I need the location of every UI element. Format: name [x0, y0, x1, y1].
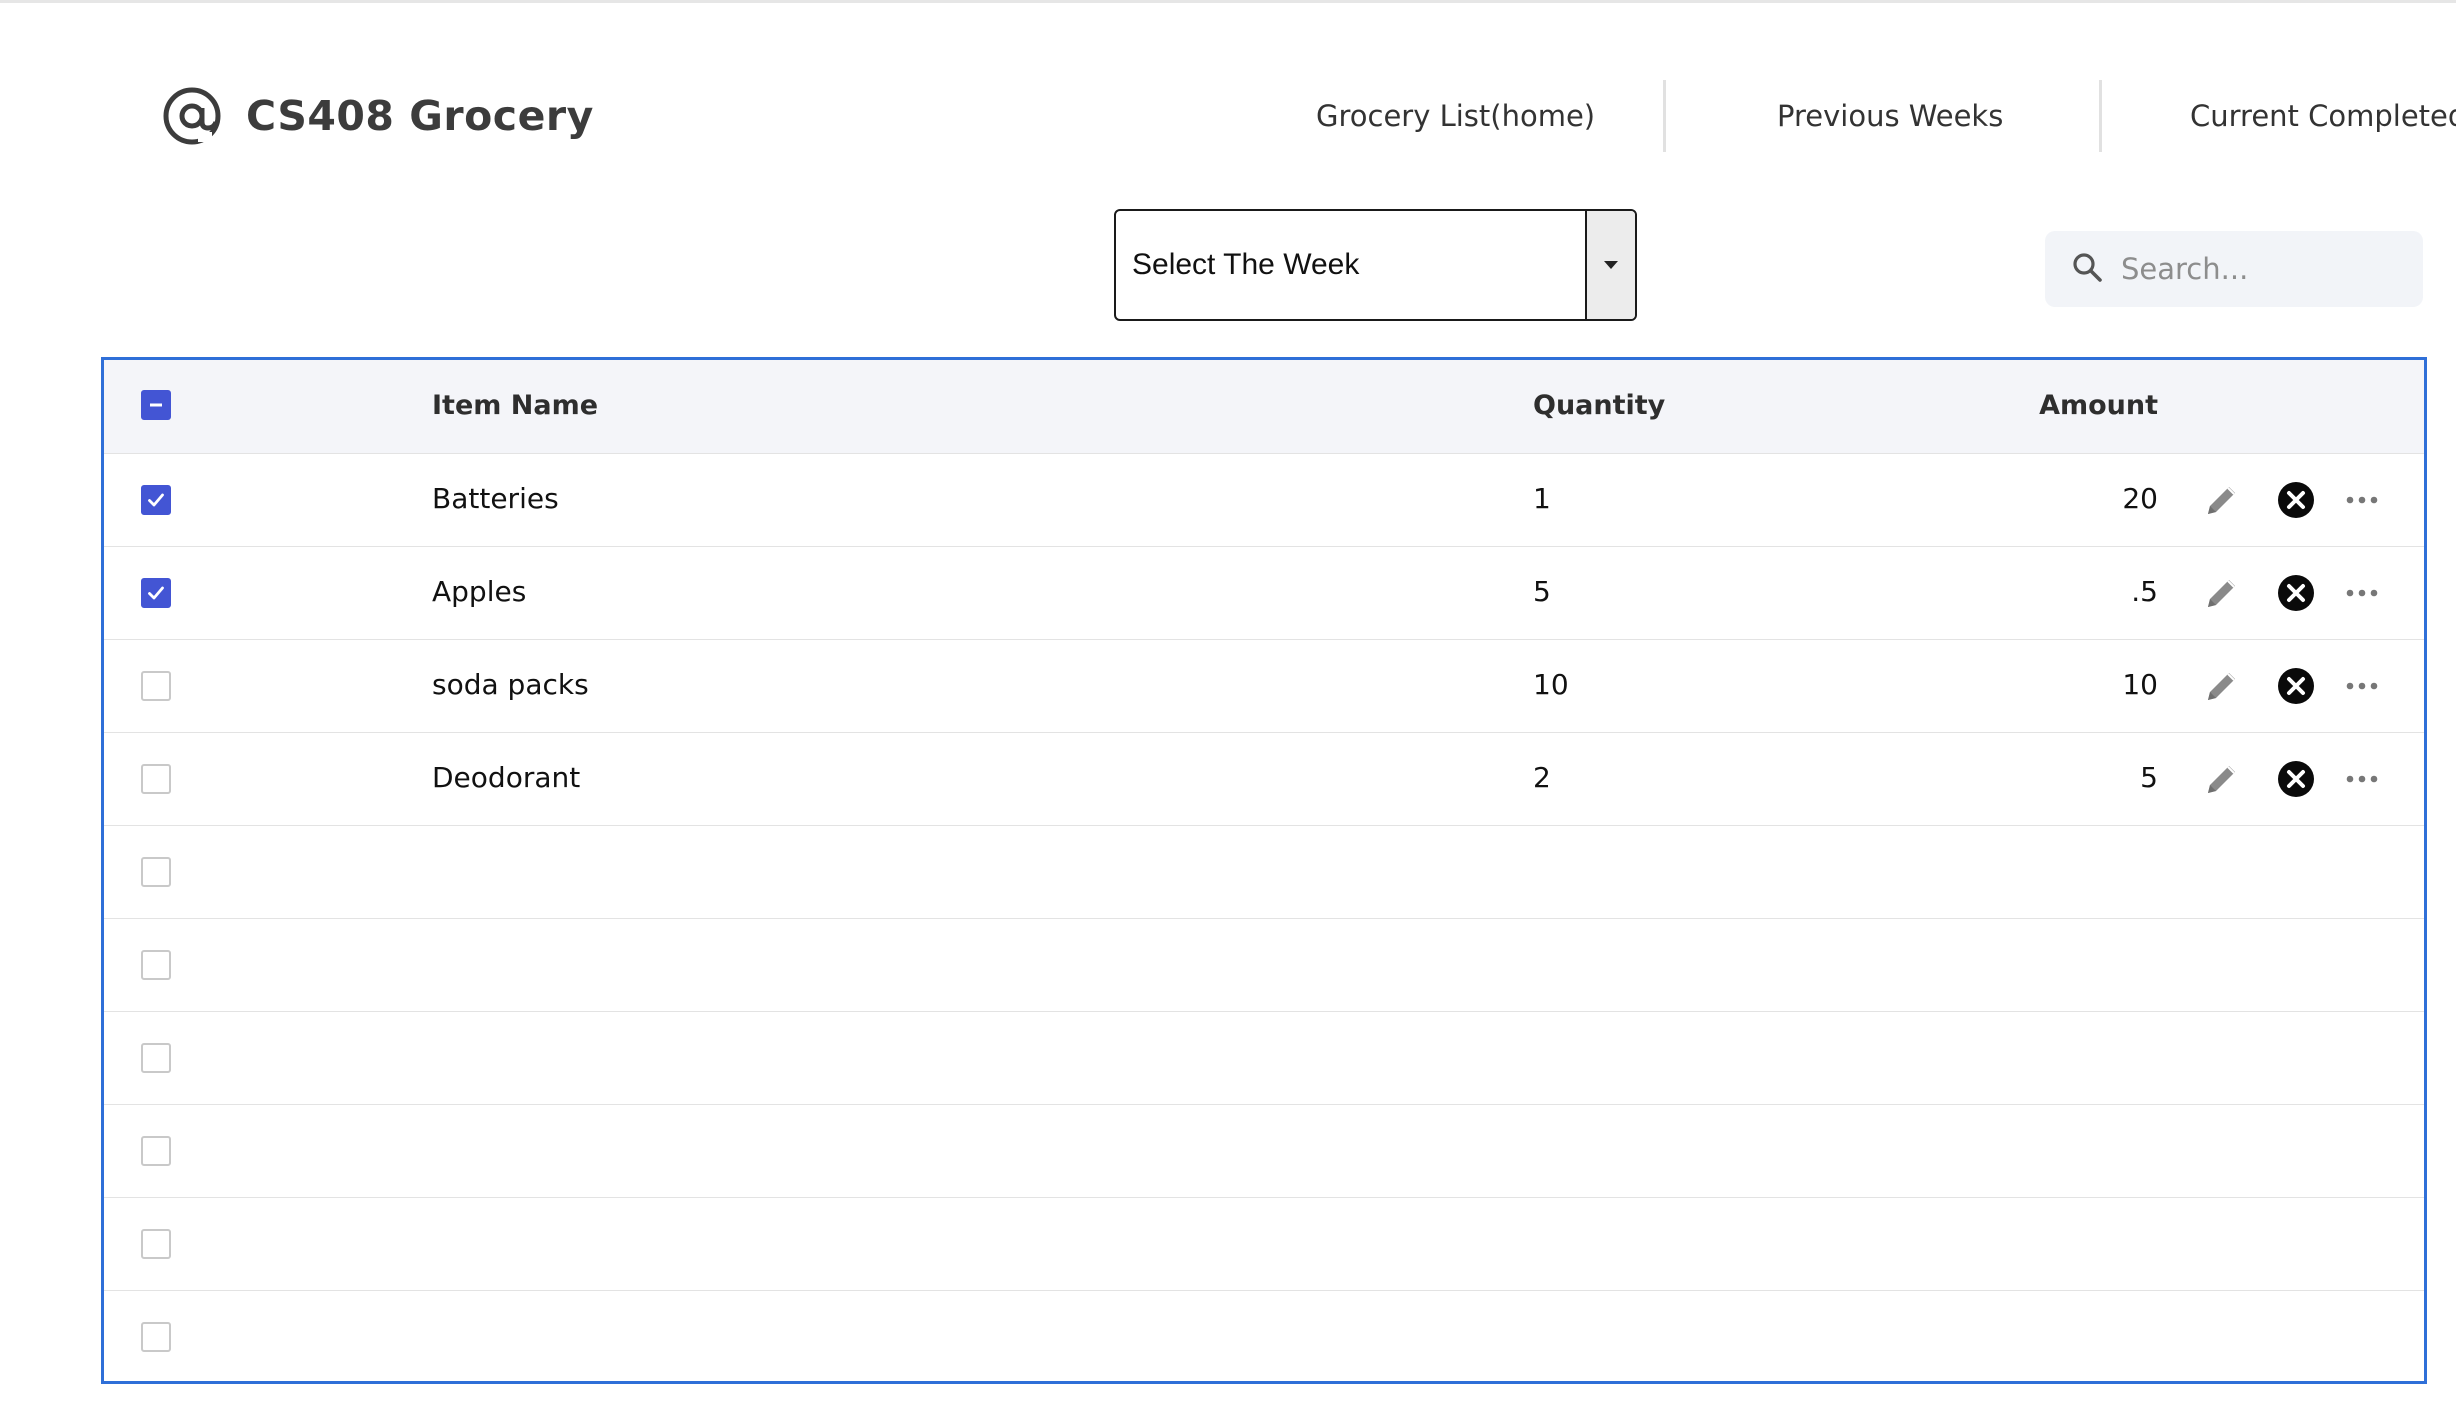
cell-amount: 5: [2140, 761, 2158, 794]
close-circle-icon[interactable]: [2274, 478, 2318, 522]
search-icon: [2071, 251, 2103, 288]
cell-amount: 10: [2122, 668, 2158, 701]
grocery-table: Item Name Quantity Amount Batteries 1 20 Ap…: [101, 357, 2427, 1384]
select-all-checkbox[interactable]: [141, 390, 171, 420]
week-select-value: Select The Week: [1132, 248, 1360, 281]
more-horizontal-icon[interactable]: [2340, 664, 2384, 708]
column-header-item-name[interactable]: Item Name: [432, 390, 598, 421]
row-checkbox[interactable]: [141, 857, 171, 887]
top-divider: [0, 0, 2456, 3]
row-checkbox[interactable]: [141, 1136, 171, 1166]
nav-grocery-list-home[interactable]: Grocery List(home): [1316, 92, 1595, 140]
row-checkbox[interactable]: [141, 1322, 171, 1352]
row-checkbox[interactable]: [141, 578, 171, 608]
column-header-quantity[interactable]: Quantity: [1533, 390, 1665, 421]
table-row[interactable]: [104, 1291, 2424, 1384]
table-row[interactable]: Deodorant 2 5: [104, 733, 2424, 826]
nav-current-completed[interactable]: Current Completed: [2190, 92, 2456, 140]
close-circle-icon[interactable]: [2274, 664, 2318, 708]
brand[interactable]: CS408 Grocery: [162, 84, 594, 148]
cell-quantity: 1: [1533, 482, 1551, 515]
cell-item-name: Batteries: [432, 482, 559, 515]
more-horizontal-icon[interactable]: [2340, 757, 2384, 801]
row-checkbox[interactable]: [141, 485, 171, 515]
more-horizontal-icon[interactable]: [2340, 478, 2384, 522]
row-checkbox[interactable]: [141, 1229, 171, 1259]
nav-divider: [1663, 80, 1666, 152]
table-row[interactable]: [104, 1105, 2424, 1198]
close-circle-icon[interactable]: [2274, 757, 2318, 801]
more-horizontal-icon[interactable]: [2340, 571, 2384, 615]
row-checkbox[interactable]: [141, 1043, 171, 1073]
brand-title: CS408 Grocery: [246, 92, 594, 140]
cell-amount: .5: [2131, 575, 2158, 608]
table-row[interactable]: Batteries 1 20: [104, 454, 2424, 547]
nav-previous-weeks[interactable]: Previous Weeks: [1777, 92, 2003, 140]
at-sign-icon: [162, 86, 222, 146]
cell-quantity: 10: [1533, 668, 1569, 701]
cell-amount: 20: [2122, 482, 2158, 515]
page: CS408 Grocery Grocery List(home) Previou…: [0, 0, 2456, 1409]
table-row[interactable]: [104, 1198, 2424, 1291]
dropdown-arrow-icon[interactable]: [1585, 211, 1635, 319]
cell-item-name: soda packs: [432, 668, 589, 701]
table-row[interactable]: [104, 826, 2424, 919]
cell-quantity: 5: [1533, 575, 1551, 608]
table-row[interactable]: Apples 5 .5: [104, 547, 2424, 640]
close-circle-icon[interactable]: [2274, 571, 2318, 615]
nav-divider: [2099, 80, 2102, 152]
table-row[interactable]: soda packs 10 10: [104, 640, 2424, 733]
table-row[interactable]: [104, 1012, 2424, 1105]
pencil-icon[interactable]: [2200, 664, 2244, 708]
row-checkbox[interactable]: [141, 671, 171, 701]
week-select[interactable]: Select The Week: [1114, 209, 1637, 321]
search-box[interactable]: [2045, 231, 2423, 307]
pencil-icon[interactable]: [2200, 478, 2244, 522]
column-header-amount[interactable]: Amount: [2039, 390, 2158, 421]
table-header: Item Name Quantity Amount: [104, 360, 2424, 454]
table-row[interactable]: [104, 919, 2424, 1012]
cell-item-name: Deodorant: [432, 761, 581, 794]
pencil-icon[interactable]: [2200, 571, 2244, 615]
pencil-icon[interactable]: [2200, 757, 2244, 801]
search-input[interactable]: [2121, 252, 2411, 286]
cell-item-name: Apples: [432, 575, 527, 608]
row-checkbox[interactable]: [141, 764, 171, 794]
row-checkbox[interactable]: [141, 950, 171, 980]
cell-quantity: 2: [1533, 761, 1551, 794]
